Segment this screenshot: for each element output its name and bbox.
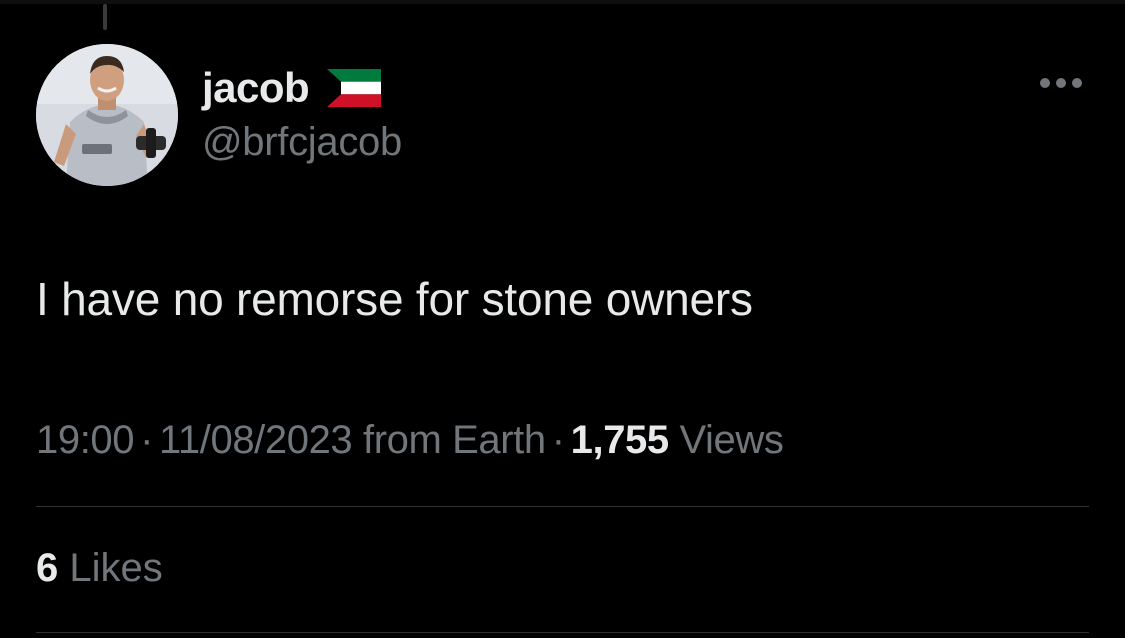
- thread-connector-line: [103, 4, 107, 30]
- divider: [36, 632, 1089, 633]
- more-options-button[interactable]: [1040, 78, 1082, 88]
- top-edge: [0, 0, 1125, 4]
- more-dot-icon: [1056, 78, 1066, 88]
- profile-photo: [36, 44, 178, 186]
- tweet-meta: 19:00 · 11/08/2023 from Earth · 1,755 Views: [36, 418, 784, 463]
- likes-label: Likes: [69, 546, 163, 590]
- meta-separator: ·: [551, 418, 565, 462]
- divider: [36, 506, 1089, 507]
- avatar[interactable]: [36, 44, 178, 186]
- likes-count: 6: [36, 546, 59, 590]
- likes-link[interactable]: 6 Likes: [36, 546, 163, 591]
- author-handle[interactable]: @brfcjacob: [202, 120, 402, 165]
- author-name-row[interactable]: jacob: [202, 60, 382, 116]
- display-name[interactable]: jacob: [202, 64, 310, 112]
- tweet-source: from Earth: [362, 418, 546, 462]
- tweet-time[interactable]: 19:00: [36, 418, 135, 462]
- more-dot-icon: [1072, 78, 1082, 88]
- tweet-text: I have no remorse for stone owners: [36, 273, 753, 325]
- views-label: Views: [679, 418, 784, 462]
- more-dot-icon: [1040, 78, 1050, 88]
- meta-separator: ·: [140, 418, 154, 462]
- kuwait-flag-icon: [327, 69, 382, 107]
- tweet-date[interactable]: 11/08/2023: [159, 418, 353, 462]
- views-count[interactable]: 1,755: [571, 418, 670, 462]
